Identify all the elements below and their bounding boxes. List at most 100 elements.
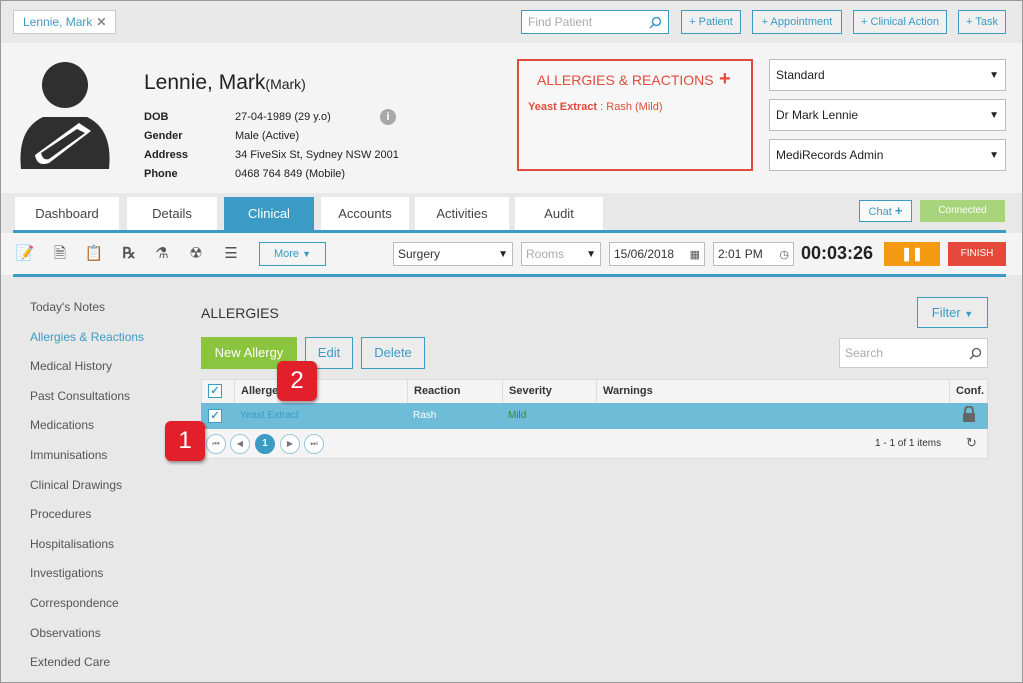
column-header-conf[interactable]: Conf. xyxy=(949,379,988,403)
more-button[interactable]: More ▼ xyxy=(259,242,326,266)
filter-button[interactable]: Filter ▼ xyxy=(917,297,988,328)
step-badge-2: 2 xyxy=(277,361,317,401)
last-page-button[interactable]: ⏭ xyxy=(304,434,324,454)
sidebar-item-clinical-drawings[interactable]: Clinical Drawings xyxy=(30,478,122,492)
allergy-search-input[interactable]: Search xyxy=(839,338,988,368)
prev-page-button[interactable]: ◀ xyxy=(230,434,250,454)
page-number-button[interactable]: 1 xyxy=(255,434,275,454)
add-allergy-icon[interactable]: + xyxy=(719,68,731,91)
radiation-icon[interactable]: ☢ xyxy=(185,244,207,264)
dob-label: DOB xyxy=(144,111,169,123)
sidebar-item-observations[interactable]: Observations xyxy=(30,626,101,640)
template-select[interactable]: Standard ▼ xyxy=(769,59,1006,91)
tab-clinical[interactable]: Clinical xyxy=(224,197,314,231)
prescription-icon[interactable]: ℞ xyxy=(118,244,140,264)
allergy-search-placeholder: Search xyxy=(845,346,884,360)
notes-icon[interactable]: 📝 xyxy=(14,244,36,264)
rooms-select[interactable]: Rooms ▼ xyxy=(521,242,601,266)
sidebar-item-allergies[interactable]: Allergies & Reactions xyxy=(30,330,144,344)
sidebar-item-correspondence[interactable]: Correspondence xyxy=(30,596,119,610)
first-page-button[interactable]: ⏮ xyxy=(206,434,226,454)
chat-button[interactable]: Chat + xyxy=(859,200,912,222)
chevron-down-icon: ▼ xyxy=(989,149,999,161)
search-icon[interactable] xyxy=(969,347,982,360)
allergies-summary-box: ALLERGIES & REACTIONS + Yeast Extract : … xyxy=(517,59,753,171)
gender-value: Male (Active) xyxy=(235,130,300,142)
gender-label: Gender xyxy=(144,130,183,142)
date-value: 15/06/2018 xyxy=(614,247,675,261)
sidebar-item-past-consultations[interactable]: Past Consultations xyxy=(30,389,130,403)
patient-preferred-name: (Mark) xyxy=(265,76,306,92)
chevron-down-icon: ▼ xyxy=(302,249,312,259)
address-value: 34 FiveSix St, Sydney NSW 2001 xyxy=(235,149,399,161)
filter-label: Filter xyxy=(931,305,961,320)
sidebar-item-medical-history[interactable]: Medical History xyxy=(30,359,112,373)
chevron-down-icon: ▼ xyxy=(989,69,999,81)
calendar-icon[interactable]: ▦ xyxy=(690,248,700,261)
chevron-down-icon: ▼ xyxy=(989,109,999,121)
finish-button[interactable]: FINISH xyxy=(948,242,1006,266)
lab-flask-icon[interactable]: ⚗ xyxy=(151,244,173,264)
patient-tab[interactable]: Lennie, Mark ✕ xyxy=(13,10,117,34)
user-select-value: MediRecords Admin xyxy=(776,148,884,162)
sidebar-item-extended-care[interactable]: Extended Care xyxy=(30,655,110,669)
doctor-select[interactable]: Dr Mark Lennie ▼ xyxy=(769,99,1006,131)
close-icon[interactable]: ✕ xyxy=(96,11,106,33)
time-value: 2:01 PM xyxy=(718,247,763,261)
next-page-button[interactable]: ▶ xyxy=(280,434,300,454)
allergy-summary-detail: : Rash (Mild) xyxy=(597,101,663,113)
chevron-down-icon: ▼ xyxy=(586,248,596,260)
patient-tab-label: Lennie, Mark xyxy=(23,15,93,29)
find-patient-input[interactable]: Find Patient xyxy=(521,10,669,34)
checklist-icon[interactable]: 📋 xyxy=(83,244,105,264)
sidebar-item-procedures[interactable]: Procedures xyxy=(30,507,91,521)
add-patient-button[interactable]: + Patient xyxy=(681,10,741,34)
sidebar-item-medications[interactable]: Medications xyxy=(30,418,94,432)
column-header-severity[interactable]: Severity xyxy=(502,379,596,403)
info-icon[interactable]: i xyxy=(380,109,396,125)
plus-icon: + xyxy=(894,203,903,218)
search-icon[interactable] xyxy=(649,16,662,29)
sidebar-item-todays-notes[interactable]: Today's Notes xyxy=(30,300,105,314)
patient-full-name: Lennie, Mark xyxy=(144,71,266,94)
cell-allergen[interactable]: Yeast Extract xyxy=(240,403,299,429)
column-header-warnings[interactable]: Warnings xyxy=(596,379,949,403)
cell-severity: Mild xyxy=(508,410,527,421)
refresh-icon[interactable]: ↻ xyxy=(966,435,977,451)
document-icon[interactable]: 🗎 xyxy=(49,244,71,264)
table-row[interactable] xyxy=(201,403,988,429)
add-clinical-action-button[interactable]: + Clinical Action xyxy=(853,10,947,34)
column-header-reaction[interactable]: Reaction xyxy=(407,379,502,403)
sidebar-item-immunisations[interactable]: Immunisations xyxy=(30,448,107,462)
sidebar-item-investigations[interactable]: Investigations xyxy=(30,566,103,580)
connected-status: Connected xyxy=(920,200,1005,222)
row-checkbox[interactable]: ✓ xyxy=(208,409,222,423)
pause-button[interactable]: ❚❚ xyxy=(884,242,940,266)
add-task-button[interactable]: + Task xyxy=(958,10,1006,34)
location-value: Surgery xyxy=(398,247,441,261)
phone-label: Phone xyxy=(144,168,178,180)
tab-audit[interactable]: Audit xyxy=(515,197,603,231)
sidebar-item-hospitalisations[interactable]: Hospitalisations xyxy=(30,537,114,551)
add-appointment-button[interactable]: + Appointment xyxy=(752,10,842,34)
user-select[interactable]: MediRecords Admin ▼ xyxy=(769,139,1006,171)
delete-button[interactable]: Delete xyxy=(361,337,425,369)
tab-activities[interactable]: Activities xyxy=(415,197,509,231)
column-header-allergen[interactable]: Allergen xyxy=(234,379,407,403)
template-select-value: Standard xyxy=(776,68,825,82)
tab-dashboard[interactable]: Dashboard xyxy=(15,197,119,231)
clock-icon[interactable]: ◷ xyxy=(779,248,789,261)
tab-accounts[interactable]: Accounts xyxy=(321,197,409,231)
rooms-placeholder: Rooms xyxy=(526,247,565,261)
date-field[interactable]: 15/06/2018 ▦ xyxy=(609,242,705,266)
page-info: 1 - 1 of 1 items xyxy=(875,438,942,449)
layers-icon[interactable]: ☰ xyxy=(220,244,242,264)
tab-details[interactable]: Details xyxy=(127,197,217,231)
consult-timer: 00:03:26 xyxy=(801,243,874,263)
select-all-checkbox[interactable]: ✓ xyxy=(208,384,222,398)
patient-avatar-icon xyxy=(20,62,110,169)
chevron-down-icon: ▼ xyxy=(498,248,508,260)
time-field[interactable]: 2:01 PM ◷ xyxy=(713,242,794,266)
location-select[interactable]: Surgery ▼ xyxy=(393,242,513,266)
page-title: ALLERGIES xyxy=(201,305,279,321)
